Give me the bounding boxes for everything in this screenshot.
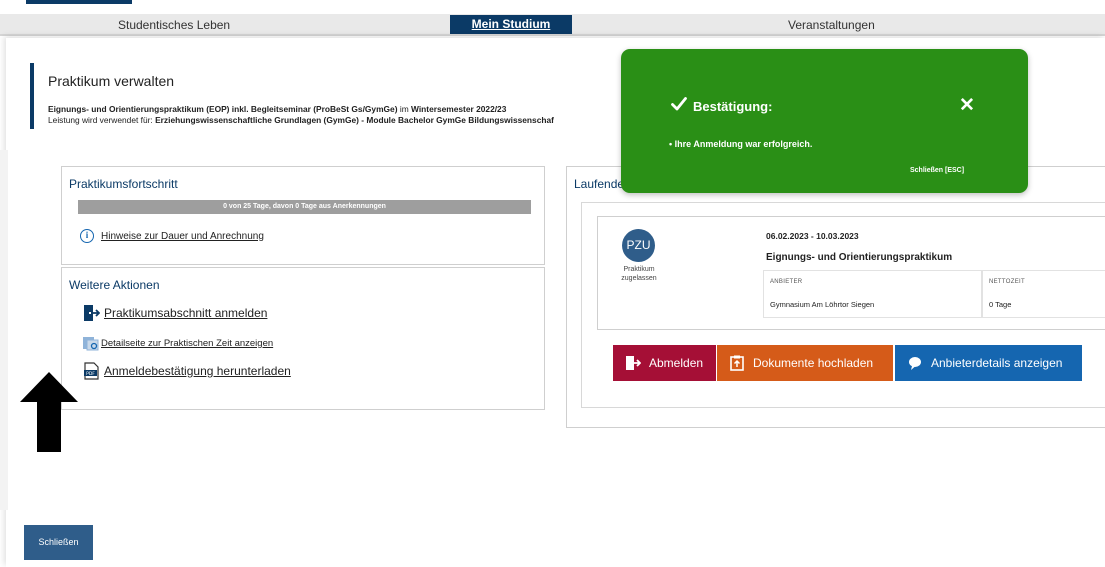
progress-panel: Praktikumsfortschritt 0 von 25 Tage, dav… bbox=[61, 166, 545, 265]
toast-title: Bestätigung: bbox=[693, 99, 773, 114]
clipboard-upload-icon bbox=[729, 355, 745, 371]
action-download-label[interactable]: Anmeldebestätigung herunterladen bbox=[104, 364, 291, 378]
close-button[interactable]: Schließen bbox=[24, 525, 93, 560]
confirmation-toast: Bestätigung: ✕ • Ihre Anmeldung war erfo… bbox=[621, 49, 1028, 193]
provider-details-button[interactable]: Anbieterdetails anzeigen bbox=[895, 345, 1082, 381]
net-time-label: NETTOZEIT bbox=[989, 279, 1025, 285]
progress-bar: 0 von 25 Tage, davon 0 Tage aus Anerkenn… bbox=[78, 200, 531, 214]
nav-studentisches-leben[interactable]: Studentisches Leben bbox=[118, 18, 230, 32]
net-time-cell: NETTOZEIT 0 Tage bbox=[982, 270, 1105, 318]
progress-text: 0 von 25 Tage, davon 0 Tage aus Anerkenn… bbox=[223, 203, 386, 210]
usage-module: Erziehungswissenschaftliche Grundlagen (… bbox=[155, 115, 554, 125]
top-accent bbox=[26, 0, 132, 4]
speech-bubble-icon bbox=[907, 355, 923, 371]
door-enter-icon bbox=[82, 304, 100, 322]
main-nav: Studentisches Leben Mein Studium Veranst… bbox=[0, 14, 1105, 36]
toast-close-esc[interactable]: Schließen [ESC] bbox=[910, 167, 964, 174]
arrow-up-icon bbox=[20, 372, 78, 452]
usage-prefix: Leistung wird verwendet für: bbox=[48, 115, 156, 125]
page-title: Praktikum verwalten bbox=[48, 73, 175, 89]
checkmark-icon bbox=[671, 97, 687, 116]
provider-value: Gymnasium Am Löhrtor Siegen bbox=[770, 300, 875, 309]
toast-header: Bestätigung: bbox=[671, 97, 772, 116]
actions-panel: Weitere Aktionen Praktikumsabschnitt anm… bbox=[61, 267, 545, 410]
info-icon: i bbox=[80, 229, 94, 243]
course-name: Eignungs- und Orientierungspraktikum (EO… bbox=[48, 104, 398, 114]
running-panel: Laufende PZU Praktikum zugelassen 06.02.… bbox=[566, 166, 1105, 428]
file-detail-icon bbox=[82, 334, 100, 352]
door-exit-icon bbox=[625, 355, 641, 371]
pdf-file-icon: PDF bbox=[82, 362, 100, 380]
actions-title: Weitere Aktionen bbox=[69, 278, 160, 292]
action-detail-page[interactable]: Detailseite zur Praktischen Zeit anzeige… bbox=[82, 334, 273, 352]
provider-details-label: Anbieterdetails anzeigen bbox=[931, 356, 1063, 370]
abmelden-label: Abmelden bbox=[649, 356, 704, 370]
provider-cell: ANBIETER Gymnasium Am Löhrtor Siegen bbox=[763, 270, 982, 318]
hint-link[interactable]: Hinweise zur Dauer und Anrechnung bbox=[101, 231, 264, 242]
course-term: Wintersemester 2022/23 bbox=[411, 104, 507, 114]
net-time-value: 0 Tage bbox=[989, 300, 1012, 309]
action-register-label[interactable]: Praktikumsabschnitt anmelden bbox=[104, 306, 267, 320]
top-bar bbox=[0, 0, 1105, 14]
action-register-section[interactable]: Praktikumsabschnitt anmelden bbox=[82, 304, 267, 322]
close-icon[interactable]: ✕ bbox=[959, 96, 975, 115]
internship-dates: 06.02.2023 - 10.03.2023 bbox=[766, 231, 859, 241]
hint-row[interactable]: i Hinweise zur Dauer und Anrechnung bbox=[80, 228, 264, 244]
internship-card: PZU Praktikum zugelassen 06.02.2023 - 10… bbox=[597, 216, 1105, 330]
running-inner: PZU Praktikum zugelassen 06.02.2023 - 10… bbox=[581, 202, 1105, 408]
course-line: Eignungs- und Orientierungspraktikum (EO… bbox=[48, 104, 506, 114]
internship-name: Eignungs- und Orientierungspraktikum bbox=[766, 252, 953, 263]
running-title: Laufende bbox=[574, 177, 625, 191]
upload-documents-button[interactable]: Dokumente hochladen bbox=[717, 345, 893, 381]
status-text: Praktikum zugelassen bbox=[621, 266, 657, 282]
toast-message: • Ihre Anmeldung war erfolgreich. bbox=[669, 139, 813, 149]
action-download-confirmation[interactable]: PDF Anmeldebestätigung herunterladen bbox=[82, 362, 291, 380]
status-badge: PZU bbox=[622, 229, 655, 262]
left-rail bbox=[0, 150, 8, 510]
course-im: im bbox=[397, 104, 411, 114]
abmelden-button[interactable]: Abmelden bbox=[613, 345, 716, 381]
svg-text:PDF: PDF bbox=[86, 371, 95, 377]
progress-title: Praktikumsfortschritt bbox=[69, 177, 178, 191]
provider-label: ANBIETER bbox=[770, 279, 803, 285]
upload-documents-label: Dokumente hochladen bbox=[753, 356, 874, 370]
usage-line: Leistung wird verwendet für: Erziehungsw… bbox=[48, 115, 554, 125]
page-header: Praktikum verwalten Eignungs- und Orient… bbox=[30, 63, 640, 129]
action-detail-label[interactable]: Detailseite zur Praktischen Zeit anzeige… bbox=[101, 338, 273, 349]
nav-mein-studium[interactable]: Mein Studium bbox=[450, 15, 572, 34]
nav-veranstaltungen[interactable]: Veranstaltungen bbox=[788, 18, 875, 32]
